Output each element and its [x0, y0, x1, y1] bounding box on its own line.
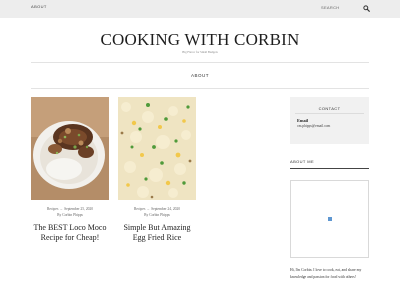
- search-icon[interactable]: [363, 5, 370, 12]
- email-link[interactable]: cm.phipps@email.com: [297, 124, 330, 128]
- post-author-prefix: By: [57, 213, 62, 217]
- site-tagline: Big Flavor for Small Budgets: [182, 50, 218, 54]
- nav-divider-top: [31, 62, 369, 63]
- post-author[interactable]: Corbin Phipps: [149, 213, 170, 217]
- post-title[interactable]: The BEST Loco Moco Recipe for Cheap!: [31, 223, 109, 242]
- about-me-divider: [290, 168, 369, 169]
- contact-divider: [295, 113, 364, 114]
- top-bar: ABOUT SEARCH: [0, 0, 400, 18]
- post-date: September 25, 2020: [64, 207, 94, 211]
- post-title-line-2[interactable]: Egg Fried Rice: [133, 233, 181, 242]
- post-card-fried-rice: Recipes – September 24, 2020 By Corbin Phi…: [118, 97, 196, 242]
- post-author[interactable]: Corbin Phipps: [62, 213, 83, 217]
- post-thumbnail[interactable]: [118, 97, 196, 200]
- post-title-line-1[interactable]: The BEST Loco Moco: [34, 223, 107, 232]
- nav-item-about[interactable]: ABOUT: [0, 73, 400, 78]
- site-title[interactable]: COOKING WITH CORBIN: [0, 30, 400, 50]
- nav-divider-bottom: [31, 88, 369, 89]
- about-me-image: [290, 180, 369, 258]
- topbar-about-link[interactable]: ABOUT: [31, 4, 47, 9]
- post-date: September 24, 2020: [151, 207, 181, 211]
- post-category[interactable]: Recipes: [47, 207, 58, 211]
- post-author-prefix: By: [144, 213, 149, 217]
- search-input[interactable]: SEARCH: [321, 5, 351, 13]
- email-label: Email: [297, 118, 308, 123]
- contact-widget: CONTACT Email cm.phipps@email.com: [290, 97, 369, 144]
- contact-heading: CONTACT: [318, 106, 341, 111]
- about-me-heading: ABOUT ME: [290, 159, 315, 164]
- post-title[interactable]: Simple But Amazing Egg Fried Rice: [118, 223, 196, 242]
- post-thumbnail[interactable]: [31, 97, 109, 200]
- post-title-line-2[interactable]: Recipe for Cheap!: [41, 233, 100, 242]
- post-category[interactable]: Recipes: [134, 207, 145, 211]
- post-meta: Recipes – September 25, 2020 By Corbin Phi…: [46, 207, 94, 217]
- post-card-loco-moco: Recipes – September 25, 2020 By Corbin Phi…: [31, 97, 109, 242]
- broken-image-icon: [328, 217, 332, 221]
- post-meta: Recipes – September 24, 2020 By Corbin Phi…: [133, 207, 181, 217]
- post-title-line-1[interactable]: Simple But Amazing: [123, 223, 190, 232]
- about-me-text: Hi, I'm Corbin. I love to cook, eat, and…: [290, 268, 362, 279]
